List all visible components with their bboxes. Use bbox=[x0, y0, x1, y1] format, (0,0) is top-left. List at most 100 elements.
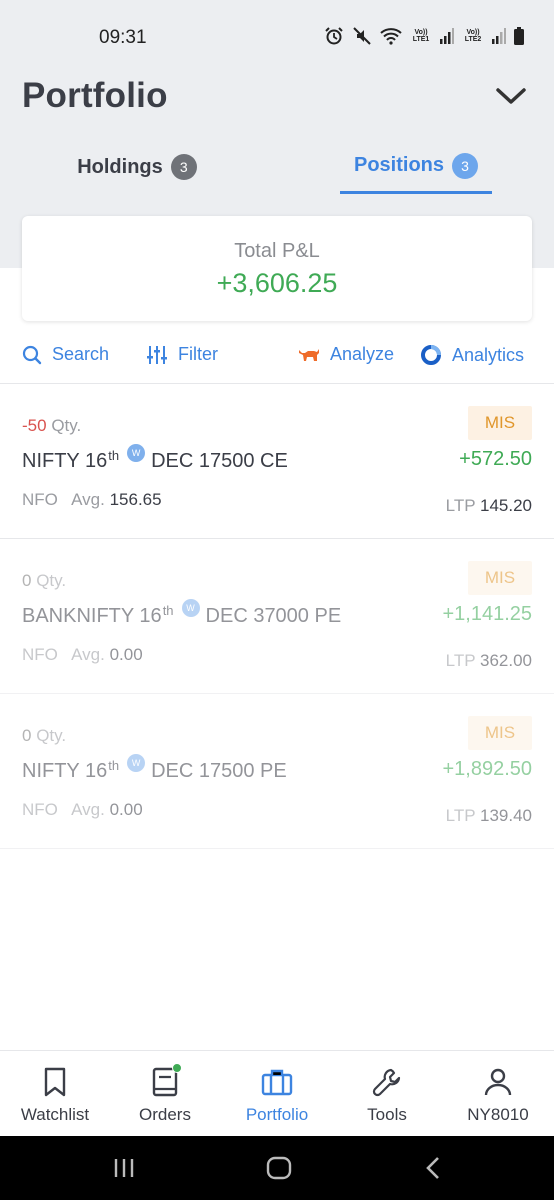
signal-icon-1 bbox=[440, 28, 454, 44]
symbol-contract: DEC 37000 PE bbox=[205, 605, 342, 627]
qty-value: -50 bbox=[22, 416, 47, 435]
position-symbol: NIFTY 16th W DEC 17500 PE bbox=[22, 754, 287, 783]
tab-holdings[interactable]: Holdings 3 bbox=[66, 140, 208, 194]
mute-icon bbox=[353, 27, 371, 45]
tab-label: Holdings bbox=[77, 155, 163, 178]
qty-label: Qty. bbox=[51, 416, 82, 435]
nav-label: NY8010 bbox=[467, 1105, 529, 1124]
weekly-expiry-icon: W bbox=[181, 599, 200, 617]
page-title: Portfolio bbox=[22, 76, 168, 115]
position-row[interactable]: 0 Qty. BANKNIFTY 16th W DEC 37000 PE NFO… bbox=[0, 539, 554, 694]
symbol-name: NIFTY 16 bbox=[22, 760, 108, 782]
total-pnl-card: Total P&L +3,606.25 bbox=[22, 216, 532, 321]
chevron-down-icon[interactable] bbox=[494, 82, 528, 110]
avg-label: Avg. bbox=[71, 800, 105, 819]
qty-value: 0 bbox=[22, 726, 32, 745]
ltp-label: LTP bbox=[445, 496, 476, 515]
recent-apps-icon[interactable] bbox=[112, 1156, 136, 1180]
avg-label: Avg. bbox=[71, 645, 105, 664]
position-meta: NFO Avg. 0.00 bbox=[22, 645, 143, 665]
exchange: NFO bbox=[22, 800, 58, 819]
filter-icon bbox=[147, 345, 167, 364]
notification-dot bbox=[172, 1063, 182, 1073]
analyze-button[interactable]: Analyze bbox=[298, 344, 394, 365]
exchange: NFO bbox=[22, 490, 58, 509]
position-pnl: +572.50 bbox=[459, 448, 532, 470]
symbol-contract: DEC 17500 CE bbox=[151, 450, 288, 472]
bull-icon bbox=[299, 348, 319, 361]
filter-label: Filter bbox=[178, 344, 218, 364]
position-symbol: NIFTY 16th W DEC 17500 CE bbox=[22, 444, 288, 473]
product-badge: MIS bbox=[468, 561, 532, 595]
analytics-icon bbox=[421, 345, 441, 365]
nav-orders[interactable]: Orders bbox=[110, 1051, 220, 1137]
ltp-label: LTP bbox=[445, 651, 476, 670]
position-pnl: +1,892.50 bbox=[442, 758, 532, 780]
battery-icon bbox=[514, 27, 524, 45]
symbol-name: BANKNIFTY 16 bbox=[22, 605, 162, 627]
date-suffix: th bbox=[162, 603, 174, 618]
sim1-label: Vo)) LTE1 bbox=[412, 29, 430, 43]
date-suffix: th bbox=[108, 758, 120, 773]
status-bar: 09:31 Vo)) LTE1 Vo)) LTE2 bbox=[0, 0, 554, 76]
position-qty: 0 Qty. bbox=[22, 726, 66, 746]
position-symbol: BANKNIFTY 16th W DEC 37000 PE bbox=[22, 599, 342, 628]
nav-label: Portfolio bbox=[245, 1105, 309, 1124]
alarm-icon bbox=[325, 27, 343, 45]
exchange: NFO bbox=[22, 645, 58, 664]
positions-toolbar: Search Filter Analyze Analytics bbox=[0, 340, 554, 374]
nav-tools[interactable]: Tools bbox=[332, 1051, 442, 1137]
weekly-expiry-icon: W bbox=[127, 754, 146, 772]
analytics-label: Analytics bbox=[452, 344, 525, 365]
nav-label: Tools bbox=[367, 1105, 407, 1124]
count-badge: 3 bbox=[452, 152, 478, 179]
position-qty: 0 Qty. bbox=[22, 571, 66, 591]
sim2-label: Vo)) LTE2 bbox=[464, 29, 482, 43]
avg-price: 0.00 bbox=[109, 800, 143, 819]
filter-button[interactable]: Filter bbox=[146, 344, 218, 365]
nav-label: Orders bbox=[139, 1105, 191, 1124]
back-icon[interactable] bbox=[424, 1156, 442, 1180]
ltp-value: 145.20 bbox=[480, 496, 532, 515]
nav-watchlist[interactable]: Watchlist bbox=[0, 1051, 110, 1137]
count-badge: 3 bbox=[170, 154, 197, 180]
tab-positions[interactable]: Positions 3 bbox=[340, 140, 492, 194]
search-icon bbox=[22, 345, 42, 364]
nav-account[interactable]: NY8010 bbox=[443, 1051, 553, 1137]
symbol-contract: DEC 17500 PE bbox=[151, 760, 287, 782]
date-suffix: th bbox=[108, 448, 120, 463]
qty-value: 0 bbox=[22, 571, 32, 590]
symbol-name: NIFTY 16 bbox=[22, 450, 108, 472]
position-meta: NFO Avg. 0.00 bbox=[22, 800, 143, 820]
bookmark-icon bbox=[44, 1067, 66, 1097]
tab-label: Positions bbox=[353, 154, 444, 176]
nav-label: Watchlist bbox=[20, 1105, 90, 1124]
position-ltp: LTP 145.20 bbox=[446, 496, 532, 516]
total-pnl-value: +3,606.25 bbox=[216, 268, 338, 298]
ltp-value: 362.00 bbox=[480, 651, 532, 670]
search-label: Search bbox=[52, 344, 110, 364]
ltp-value: 139.40 bbox=[480, 806, 532, 825]
status-icons: Vo)) LTE1 Vo)) LTE2 bbox=[324, 26, 524, 46]
nav-portfolio[interactable]: Portfolio bbox=[222, 1051, 332, 1137]
avg-price: 0.00 bbox=[109, 645, 143, 664]
signal-icon-2 bbox=[492, 28, 506, 44]
portfolio-tabs: Holdings 3 Positions 3 bbox=[0, 140, 554, 196]
ltp-label: LTP bbox=[445, 806, 476, 825]
product-badge: MIS bbox=[468, 716, 532, 750]
avg-label: Avg. bbox=[71, 490, 105, 509]
total-pnl-label: Total P&L bbox=[234, 240, 320, 262]
search-button[interactable]: Search bbox=[22, 344, 109, 365]
analytics-button[interactable]: Analytics bbox=[420, 344, 524, 366]
bottom-nav: Watchlist Orders Portfolio Tools NY8010 bbox=[0, 1050, 554, 1136]
weekly-expiry-icon: W bbox=[127, 444, 146, 462]
qty-label: Qty. bbox=[36, 726, 67, 745]
user-icon bbox=[484, 1068, 512, 1096]
home-icon[interactable] bbox=[266, 1156, 292, 1180]
avg-price: 156.65 bbox=[109, 490, 162, 509]
wrench-icon bbox=[372, 1068, 401, 1097]
analyze-label: Analyze bbox=[330, 344, 395, 364]
position-row[interactable]: 0 Qty. NIFTY 16th W DEC 17500 PE NFO Avg… bbox=[0, 694, 554, 849]
position-row[interactable]: -50 Qty. NIFTY 16th W DEC 17500 CE NFO A… bbox=[0, 384, 554, 539]
position-qty: -50 Qty. bbox=[22, 416, 81, 436]
